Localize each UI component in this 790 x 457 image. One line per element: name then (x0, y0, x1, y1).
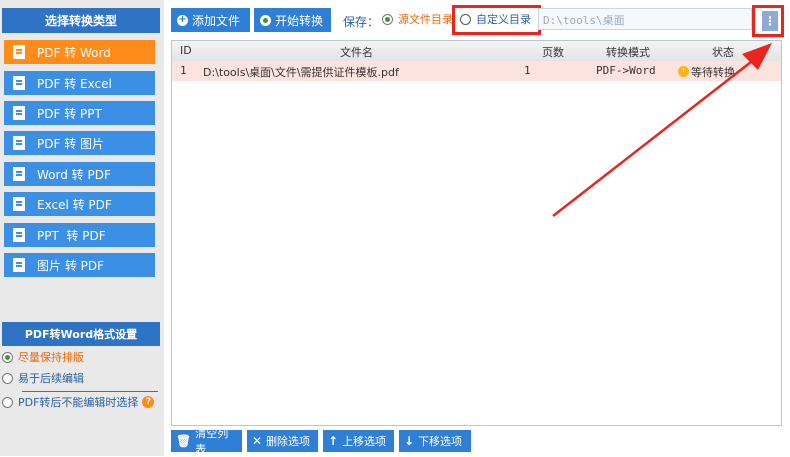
cell-status: 等待转换 (678, 64, 735, 80)
radio-icon[interactable] (2, 396, 13, 408)
cell-mode: PDF->Word (596, 64, 656, 77)
clock-icon (678, 66, 689, 77)
conversion-type-header: 选择转换类型 (2, 8, 160, 33)
arrow-down-icon: ↓ (404, 434, 415, 448)
type-pdf-to-ppt-button[interactable]: PDF 转 PPT (4, 101, 155, 125)
type-label: Excel 转 PDF (37, 197, 112, 212)
save-option-label: 源文件目录 (398, 13, 453, 26)
radio-icon[interactable] (2, 351, 13, 363)
add-file-label: 添加文件 (192, 13, 241, 28)
col-id[interactable]: ID (180, 44, 192, 57)
cell-filename: D:\tools\桌面\文件\需提供证件模板.pdf (203, 66, 399, 79)
option-label: 易于后续编辑 (18, 372, 84, 385)
type-image-to-pdf-button[interactable]: 图片 转 PDF (4, 253, 155, 277)
divider (22, 391, 158, 392)
trash-icon: 🗑 (176, 434, 192, 448)
table-row[interactable]: 1 D:\tools\桌面\文件\需提供证件模板.pdf 1 PDF->Word… (172, 61, 781, 81)
sidebar: 选择转换类型 PDF 转 Word PDF 转 Excel PDF 转 PPT … (0, 0, 164, 456)
file-icon (13, 136, 25, 150)
option-label: 尽量保持排版 (18, 351, 84, 364)
move-up-button[interactable]: ↑ 上移选项 (323, 430, 394, 452)
move-down-button[interactable]: ↓ 下移选项 (399, 430, 471, 452)
delete-item-label: 删除选项 (266, 435, 311, 448)
radio-icon[interactable] (2, 372, 13, 384)
format-settings-header: PDF转Word格式设置 (2, 322, 160, 346)
excel-icon (13, 197, 25, 211)
type-word-to-pdf-button[interactable]: Word 转 PDF (4, 162, 155, 186)
type-label: PPT 转 PDF (37, 228, 106, 243)
delete-item-button[interactable]: ✕ 删除选项 (247, 430, 318, 452)
file-icon (13, 45, 25, 59)
file-table[interactable]: ID 文件名 页数 转换模式 状态 1 D:\tools\桌面\文件\需提供证件… (171, 40, 782, 426)
cell-pages: 1 (524, 64, 531, 77)
type-pdf-to-excel-button[interactable]: PDF 转 Excel (4, 71, 155, 95)
type-excel-to-pdf-button[interactable]: Excel 转 PDF (4, 192, 155, 216)
col-pages[interactable]: 页数 (542, 44, 564, 60)
type-label: 图片 转 PDF (37, 258, 105, 273)
save-source-dir-option[interactable]: 源文件目录 (382, 11, 453, 27)
custom-dir-highlight (452, 5, 541, 35)
type-label: Word 转 PDF (37, 167, 111, 182)
arrow-up-icon: ↑ (328, 434, 339, 448)
type-label: PDF 转 Word (37, 45, 111, 60)
ppt-icon (13, 228, 25, 242)
option-non-editable[interactable]: PDF转后不能编辑时选择 ? (2, 393, 155, 411)
type-label: PDF 转 图片 (37, 136, 105, 151)
col-mode[interactable]: 转换模式 (606, 44, 650, 60)
type-pdf-to-image-button[interactable]: PDF 转 图片 (4, 131, 155, 155)
plus-icon: + (177, 14, 188, 26)
radio-icon[interactable] (382, 13, 393, 25)
type-ppt-to-pdf-button[interactable]: PPT 转 PDF (4, 223, 155, 247)
move-up-label: 上移选项 (342, 435, 387, 448)
col-status[interactable]: 状态 (712, 44, 734, 60)
file-icon (13, 76, 25, 90)
start-convert-button[interactable]: 开始转换 (254, 8, 331, 32)
start-convert-label: 开始转换 (275, 13, 324, 28)
cell-id: 1 (180, 64, 187, 77)
option-label: PDF转后不能编辑时选择 (18, 396, 139, 409)
clear-list-button[interactable]: 🗑 清空列表 (171, 427, 242, 456)
type-label: PDF 转 PPT (37, 106, 102, 121)
type-pdf-to-word-button[interactable]: PDF 转 Word (4, 40, 155, 64)
image-icon (13, 258, 25, 272)
browse-highlight (752, 5, 784, 37)
option-keep-layout[interactable]: 尽量保持排版 (2, 348, 84, 366)
help-icon[interactable]: ? (142, 396, 155, 408)
clear-list-label: 清空列表 (195, 427, 229, 456)
type-label: PDF 转 Excel (37, 76, 112, 91)
option-easy-edit[interactable]: 易于后续编辑 (2, 369, 84, 387)
move-down-label: 下移选项 (418, 435, 463, 448)
start-icon (260, 14, 271, 26)
status-text: 等待转换 (691, 66, 735, 79)
x-icon: ✕ (252, 434, 263, 448)
add-file-button[interactable]: + 添加文件 (171, 8, 250, 32)
file-icon (13, 106, 25, 120)
save-label: 保存： (343, 15, 380, 29)
word-icon (13, 167, 25, 181)
table-header: ID 文件名 页数 转换模式 状态 (172, 41, 781, 62)
output-path-field[interactable]: D:\tools\桌面 (538, 8, 752, 30)
col-filename[interactable]: 文件名 (340, 44, 373, 60)
